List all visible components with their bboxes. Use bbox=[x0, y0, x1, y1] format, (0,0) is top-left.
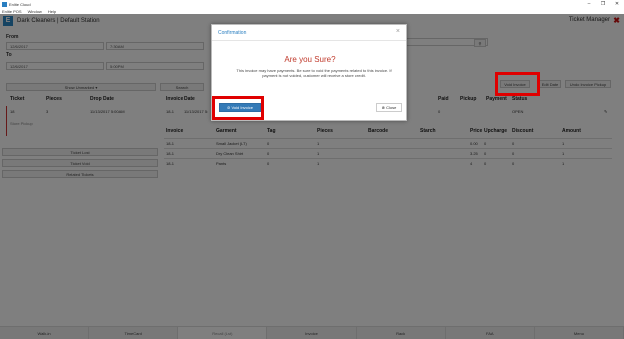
window-title: Enlite Cloud bbox=[9, 1, 31, 7]
dialog-close-button[interactable]: ⊗ Close bbox=[376, 103, 402, 112]
window-close-icon[interactable]: ✕ bbox=[610, 0, 624, 8]
app-icon bbox=[2, 1, 7, 7]
dialog-question: Are you Sure? bbox=[284, 55, 336, 64]
dialog-close-icon[interactable]: × bbox=[396, 28, 400, 35]
minimize-icon[interactable]: – bbox=[582, 0, 596, 8]
dialog-message: This invoice may have payments. Be sure … bbox=[236, 68, 392, 78]
window-controls: – ❐ ✕ bbox=[582, 0, 624, 8]
annotation-highlight-toolbar bbox=[495, 72, 540, 96]
menu-window[interactable]: Window bbox=[28, 9, 42, 14]
menu-help[interactable]: Help bbox=[48, 9, 56, 14]
window-titlebar: Enlite Cloud – ❐ ✕ bbox=[0, 0, 624, 8]
dialog-header: Confirmation × bbox=[212, 25, 406, 41]
annotation-highlight-dialog bbox=[212, 96, 264, 120]
dialog-title: Confirmation bbox=[218, 30, 247, 36]
maximize-icon[interactable]: ❐ bbox=[596, 0, 610, 8]
close-button-label: Close bbox=[386, 105, 397, 110]
menu-enlite-pos[interactable]: Enlite POS bbox=[2, 9, 22, 14]
